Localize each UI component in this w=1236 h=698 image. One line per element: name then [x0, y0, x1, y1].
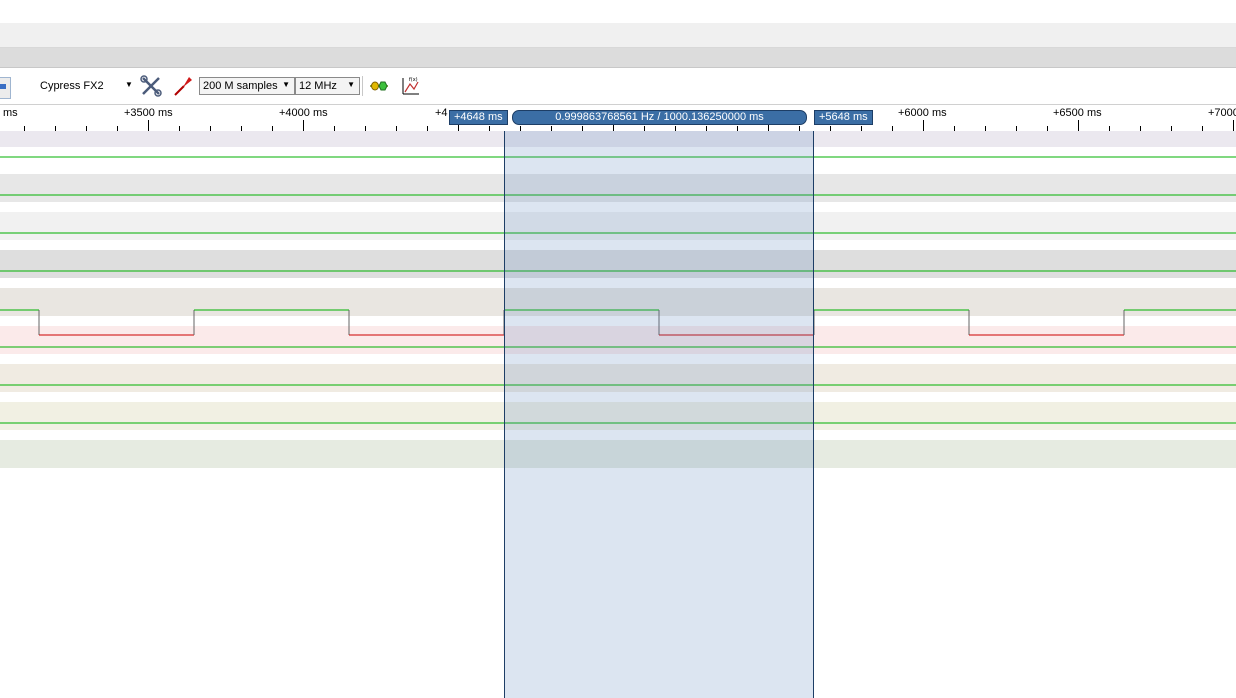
cursor-measurement[interactable]: 0.999863768561 Hz / 1000.136250000 ms — [512, 110, 807, 125]
cursor-selection-region[interactable] — [504, 131, 814, 698]
cursor-right-label[interactable]: +5648 ms — [814, 110, 873, 125]
cursor-left-label[interactable]: +4648 ms — [449, 110, 508, 125]
